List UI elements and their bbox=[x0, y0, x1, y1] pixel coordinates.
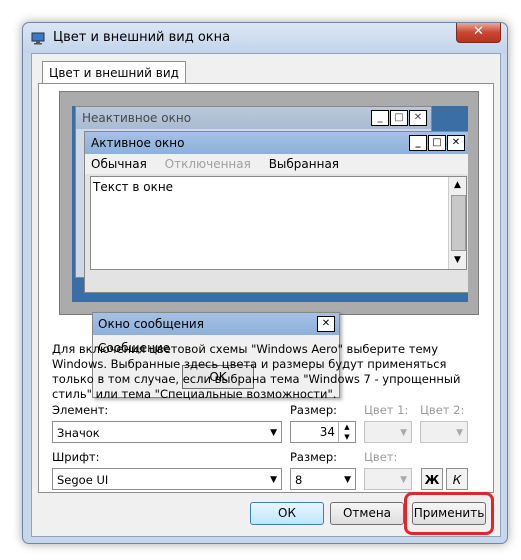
scroll-thumb bbox=[451, 195, 466, 251]
font-label: Шрифт: bbox=[52, 450, 100, 464]
tab-color-appearance[interactable]: Цвет и внешний вид окна bbox=[42, 61, 186, 102]
dialog-window: Цвет и внешний вид окна ✕ Цвет и внешний… bbox=[22, 22, 508, 544]
chevron-down-icon: ▼ bbox=[400, 428, 407, 438]
cancel-button[interactable]: Отмена bbox=[330, 502, 404, 525]
size-value: 34 bbox=[319, 425, 335, 439]
font-size-select[interactable]: 8 ▼ bbox=[290, 468, 356, 490]
appearance-preview: Неактивное окно _ □ ✕ Активное окно _ □ … bbox=[59, 91, 479, 315]
minimize-icon: _ bbox=[371, 110, 389, 126]
preview-window-text-area[interactable]: Текст в окне ▲ ▼ bbox=[90, 176, 467, 270]
apply-highlight-box bbox=[404, 492, 494, 535]
active-window-title: Активное окно bbox=[91, 136, 185, 150]
dialog-client-area: Цвет и внешний вид окна Неактивное окно … bbox=[31, 53, 501, 537]
color2-picker[interactable]: ▼ bbox=[420, 421, 468, 443]
maximize-icon: □ bbox=[428, 135, 446, 151]
color1-picker[interactable]: ▼ bbox=[364, 421, 412, 443]
preview-desktop: Неактивное окно _ □ ✕ Активное окно _ □ … bbox=[72, 106, 468, 302]
minimize-icon: _ bbox=[409, 135, 427, 151]
info-text: Для включения цветовой схемы "Windows Ae… bbox=[52, 342, 461, 401]
window-text: Текст в окне bbox=[93, 180, 174, 194]
element-select-value: Значок bbox=[57, 426, 100, 440]
close-icon: ✕ bbox=[317, 316, 335, 332]
color2-label: Цвет 2: bbox=[420, 403, 465, 417]
size-spinner[interactable]: 34 ▲ ▼ bbox=[290, 421, 356, 443]
bold-button[interactable]: Ж bbox=[421, 468, 443, 490]
size-label: Размер: bbox=[290, 403, 338, 417]
close-icon: ✕ bbox=[409, 110, 427, 126]
chevron-down-icon: ▼ bbox=[270, 475, 277, 485]
menu-item-disabled[interactable]: Отключенная bbox=[165, 157, 251, 171]
font-color-picker[interactable]: ▼ bbox=[364, 468, 412, 490]
font-color-label: Цвет: bbox=[364, 450, 398, 464]
chevron-down-icon: ▼ bbox=[344, 475, 351, 485]
message-box-title: Окно сообщения bbox=[98, 317, 204, 331]
font-select[interactable]: Segoe UI ▼ bbox=[52, 468, 282, 490]
spin-arrows-icon[interactable]: ▲ ▼ bbox=[338, 422, 355, 442]
font-size-label: Размер: bbox=[290, 450, 338, 464]
preview-menu-bar: Обычная Отключенная Выбранная bbox=[85, 154, 468, 174]
menu-item-normal[interactable]: Обычная bbox=[91, 157, 147, 171]
preview-scrollbar[interactable]: ▲ ▼ bbox=[448, 177, 466, 269]
element-label: Элемент: bbox=[52, 403, 109, 417]
title-bar[interactable]: Цвет и внешний вид окна ✕ bbox=[23, 23, 507, 53]
window-title: Цвет и внешний вид окна bbox=[53, 30, 231, 45]
preview-active-window[interactable]: Активное окно _ □ ✕ Обычная Отключенная … bbox=[84, 131, 468, 293]
maximize-icon: □ bbox=[390, 110, 408, 126]
element-select[interactable]: Значок ▼ bbox=[52, 421, 282, 443]
scroll-down-icon: ▼ bbox=[454, 255, 461, 265]
chevron-down-icon: ▼ bbox=[400, 475, 407, 485]
inactive-window-title: Неактивное окно bbox=[82, 111, 192, 125]
scroll-up-icon: ▲ bbox=[454, 180, 461, 190]
window-close-button[interactable]: ✕ bbox=[456, 23, 501, 43]
chevron-down-icon: ▼ bbox=[456, 428, 463, 438]
ok-button[interactable]: ОК bbox=[250, 502, 324, 525]
italic-button[interactable]: К bbox=[446, 468, 468, 490]
color1-label: Цвет 1: bbox=[364, 403, 409, 417]
display-properties-icon bbox=[31, 32, 45, 45]
font-select-value: Segoe UI bbox=[57, 473, 109, 487]
font-size-value: 8 bbox=[295, 473, 303, 487]
menu-item-selected[interactable]: Выбранная bbox=[269, 157, 339, 171]
chevron-down-icon: ▼ bbox=[270, 428, 277, 438]
close-icon: ✕ bbox=[447, 135, 465, 151]
